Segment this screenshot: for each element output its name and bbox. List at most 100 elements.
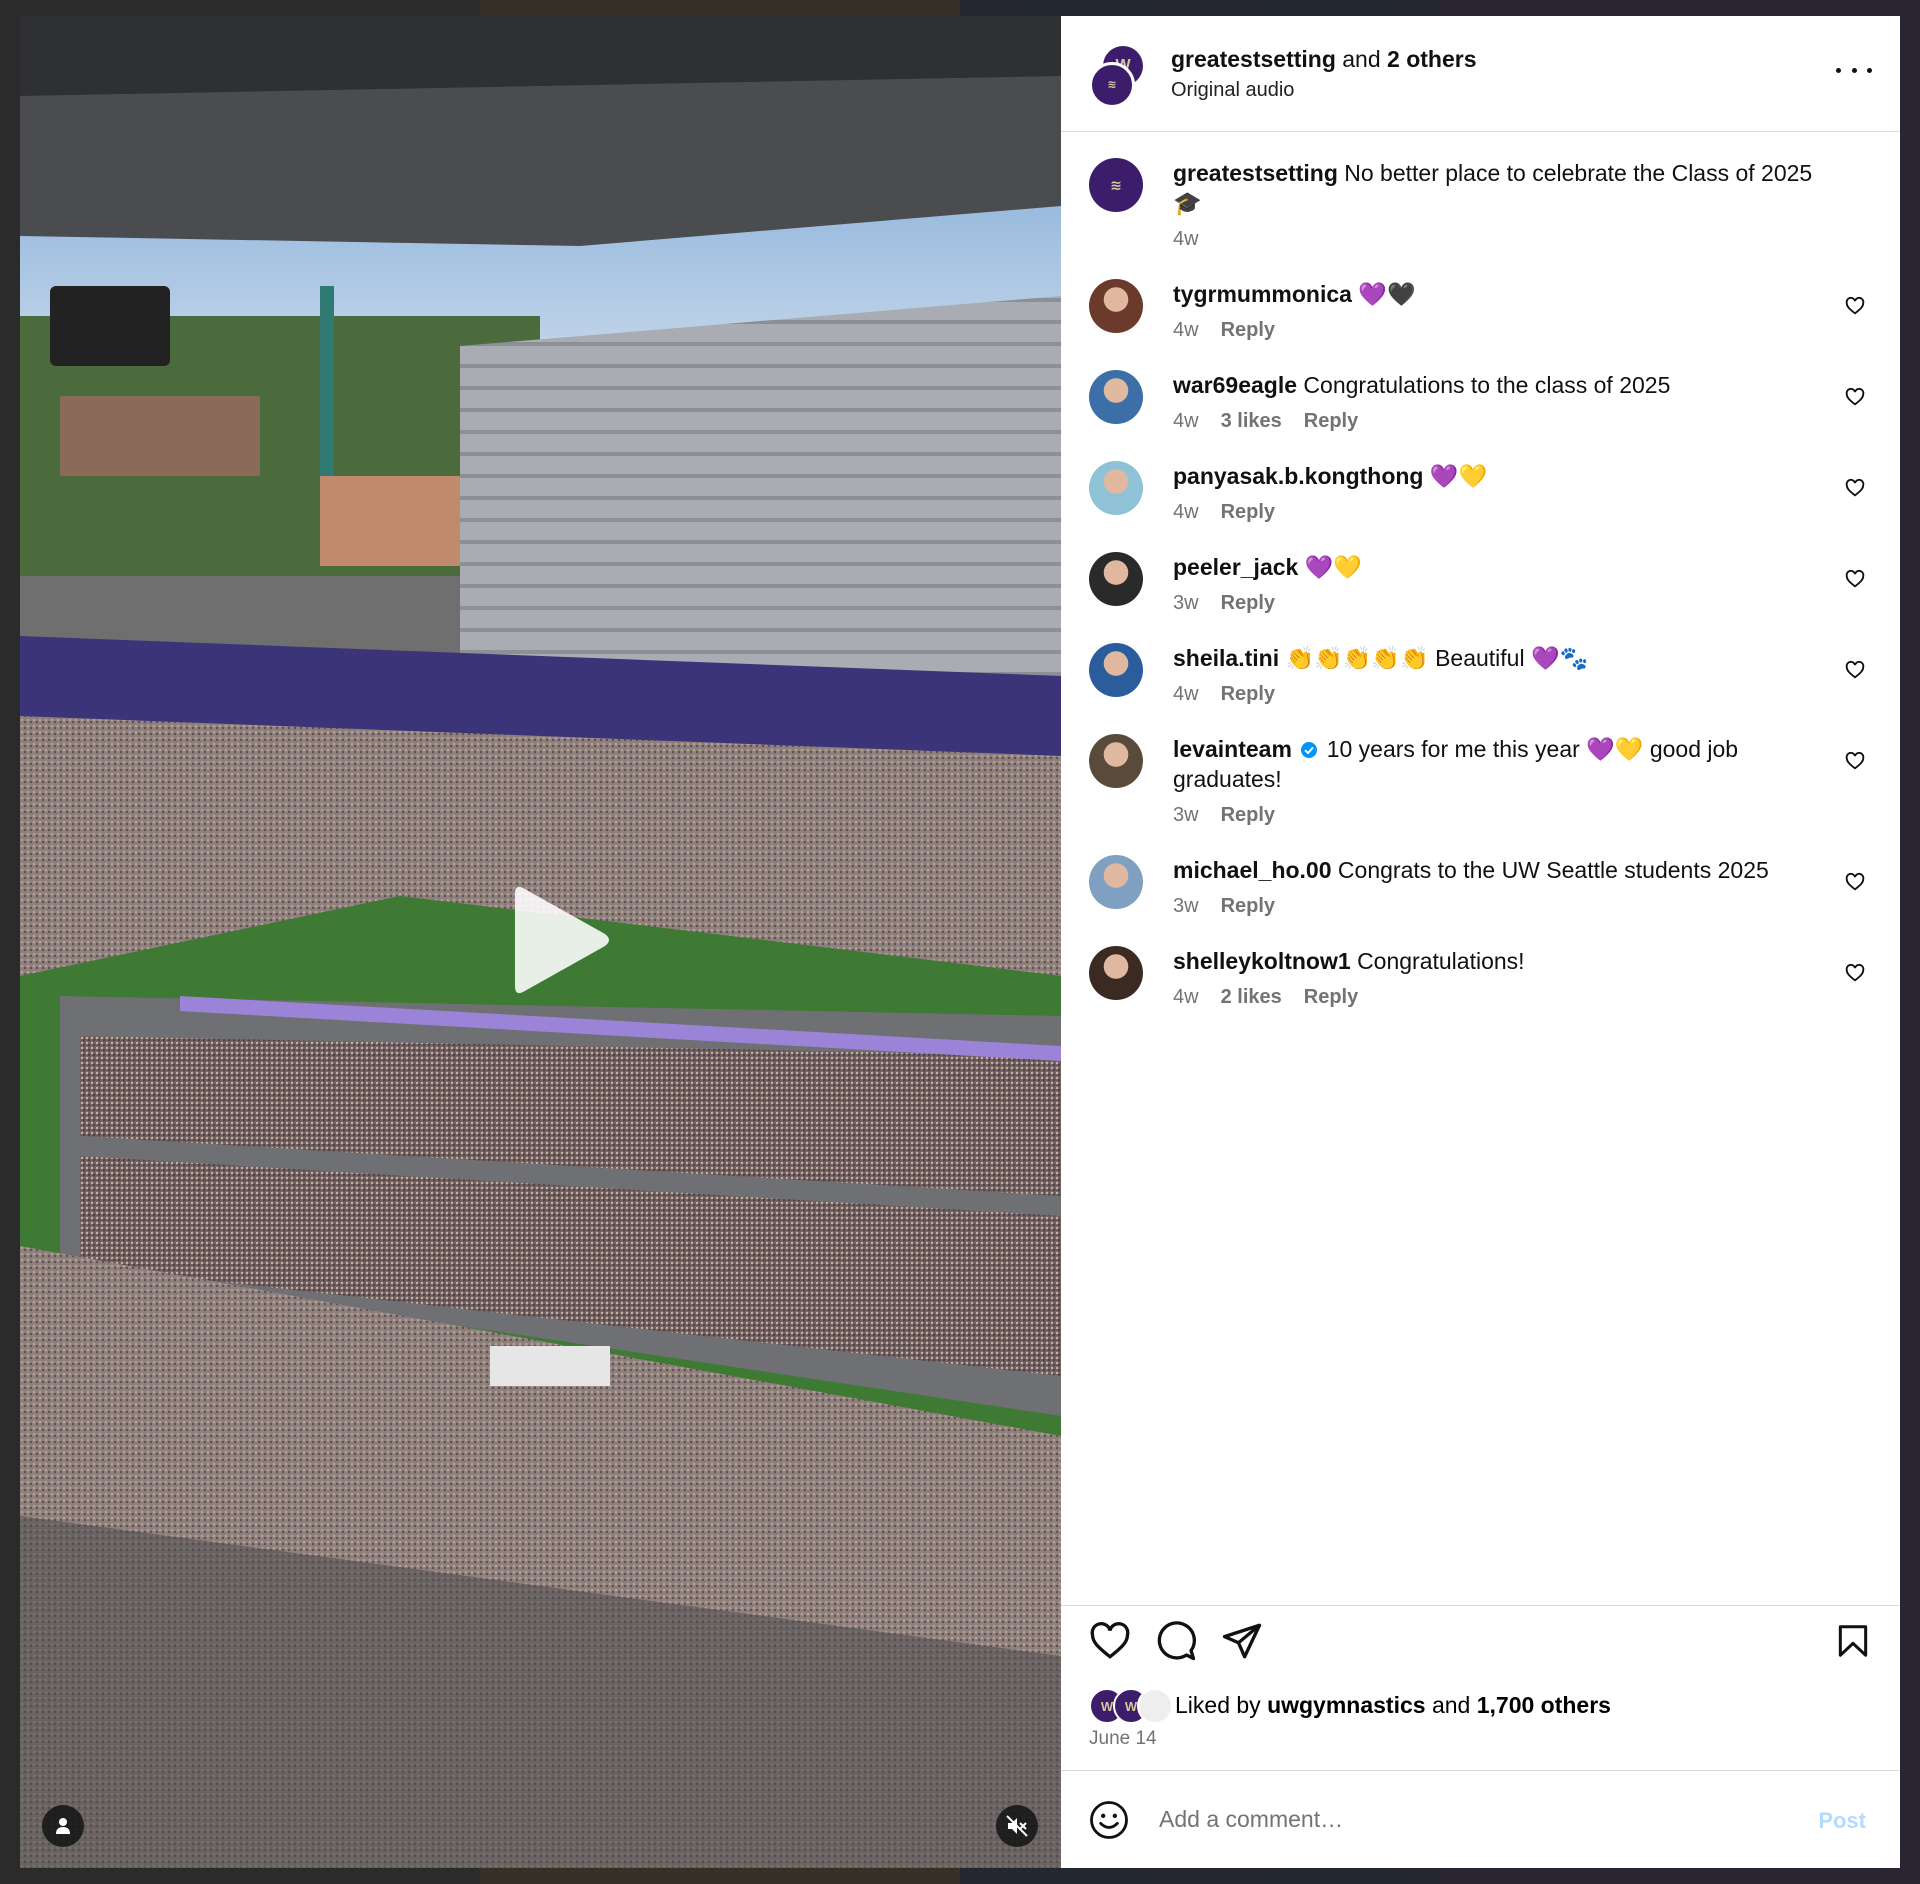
comment-time[interactable]: 3w bbox=[1173, 804, 1199, 827]
comment-message: Congratulations to the class of 2025 bbox=[1303, 372, 1671, 398]
caption-body: greatestsetting No better place to celeb… bbox=[1173, 158, 1833, 251]
comment-text: sheila.tini 👏👏👏👏👏 Beautiful 💜🐾 bbox=[1173, 643, 1833, 673]
audio-link[interactable]: Original audio bbox=[1171, 79, 1477, 102]
comment-like-button[interactable] bbox=[1844, 386, 1866, 408]
heart-icon bbox=[1845, 387, 1865, 406]
comment-item: peeler_jack 💜💛 3w Reply bbox=[1089, 552, 1872, 615]
commenter-avatar[interactable] bbox=[1089, 279, 1143, 333]
commenter-avatar[interactable] bbox=[1089, 946, 1143, 1000]
commenter-username[interactable]: peeler_jack bbox=[1173, 554, 1298, 580]
save-button[interactable] bbox=[1834, 1620, 1872, 1662]
comment-time[interactable]: 4w bbox=[1173, 986, 1199, 1009]
post-date[interactable]: June 14 bbox=[1061, 1722, 1900, 1770]
comment-item: war69eagle Congratulations to the class … bbox=[1089, 370, 1872, 433]
comment-likes-count[interactable]: 3 likes bbox=[1221, 410, 1282, 433]
comment-meta: 4w 3 likes Reply bbox=[1173, 410, 1833, 433]
reply-button[interactable]: Reply bbox=[1304, 986, 1358, 1009]
comment-body: peeler_jack 💜💛 3w Reply bbox=[1173, 552, 1833, 615]
person-icon bbox=[56, 1818, 70, 1834]
collab-avatars[interactable]: W ≋ bbox=[1089, 45, 1145, 108]
reply-button[interactable]: Reply bbox=[1221, 501, 1275, 524]
heart-icon bbox=[1845, 478, 1865, 497]
commenter-username[interactable]: panyasak.b.kongthong bbox=[1173, 463, 1423, 489]
likes-count-link[interactable]: 1,700 others bbox=[1477, 1692, 1611, 1718]
like-button[interactable] bbox=[1089, 1620, 1131, 1662]
comment-time[interactable]: 3w bbox=[1173, 592, 1199, 615]
share-button[interactable] bbox=[1221, 1620, 1263, 1662]
commenter-username[interactable]: war69eagle bbox=[1173, 372, 1297, 398]
comment-like-button[interactable] bbox=[1844, 962, 1866, 984]
commenter-avatar[interactable] bbox=[1089, 461, 1143, 515]
caption-text: greatestsetting No better place to celeb… bbox=[1173, 158, 1833, 218]
commenter-avatar[interactable] bbox=[1089, 734, 1143, 788]
comment-input[interactable] bbox=[1157, 1805, 1781, 1834]
comment-text: war69eagle Congratulations to the class … bbox=[1173, 370, 1833, 400]
comment-item: shelleykoltnow1 Congratulations! 4w 2 li… bbox=[1089, 946, 1872, 1009]
liker-username-link[interactable]: uwgymnastics bbox=[1267, 1692, 1426, 1718]
comment-likes-count[interactable]: 2 likes bbox=[1221, 986, 1282, 1009]
tagged-users-button[interactable] bbox=[42, 1805, 84, 1847]
play-icon bbox=[515, 886, 609, 994]
reply-button[interactable]: Reply bbox=[1221, 683, 1275, 706]
comment-like-button[interactable] bbox=[1844, 871, 1866, 893]
comment-body: sheila.tini 👏👏👏👏👏 Beautiful 💜🐾 4w Reply bbox=[1173, 643, 1833, 706]
collaborators-link[interactable]: 2 others bbox=[1387, 46, 1476, 72]
commenter-avatar[interactable] bbox=[1089, 370, 1143, 424]
reply-button[interactable]: Reply bbox=[1304, 410, 1358, 433]
reply-button[interactable]: Reply bbox=[1221, 592, 1275, 615]
commenter-avatar[interactable] bbox=[1089, 643, 1143, 697]
comment-meta: 4w Reply bbox=[1173, 501, 1833, 524]
post-header: W ≋ greatestsetting and 2 others Origina… bbox=[1061, 16, 1900, 132]
caption-message: No better place to celebrate the Class o… bbox=[1344, 160, 1813, 186]
commenter-avatar[interactable] bbox=[1089, 552, 1143, 606]
mute-toggle-button[interactable] bbox=[996, 1805, 1038, 1847]
comment-message: 👏👏👏👏👏 Beautiful bbox=[1285, 645, 1525, 671]
reply-button[interactable]: Reply bbox=[1221, 895, 1275, 918]
caption-username[interactable]: greatestsetting bbox=[1173, 160, 1338, 186]
liked-by-label: Liked by bbox=[1175, 1691, 1261, 1718]
reply-button[interactable]: Reply bbox=[1221, 319, 1275, 342]
comment-meta: 3w Reply bbox=[1173, 804, 1833, 827]
comment-time[interactable]: 4w bbox=[1173, 683, 1199, 706]
play-button[interactable] bbox=[505, 878, 615, 1002]
comment-time[interactable]: 3w bbox=[1173, 895, 1199, 918]
speech-bubble-icon bbox=[1157, 1621, 1196, 1661]
comment-button[interactable] bbox=[1155, 1620, 1197, 1662]
author-avatar[interactable]: ≋ bbox=[1089, 158, 1143, 212]
comment-time[interactable]: 4w bbox=[1173, 319, 1199, 342]
emoji-button[interactable] bbox=[1089, 1800, 1129, 1840]
comment-message: Congrats to the UW Seattle students 2025 bbox=[1337, 857, 1769, 883]
comment-emoji: 💜💛 bbox=[1304, 554, 1362, 580]
comment-time[interactable]: 4w bbox=[1173, 501, 1199, 524]
caption-time[interactable]: 4w bbox=[1173, 228, 1199, 251]
comment-like-button[interactable] bbox=[1844, 659, 1866, 681]
commenter-username[interactable]: shelleykoltnow1 bbox=[1173, 948, 1351, 974]
graduation-cap-emoji: 🎓 bbox=[1173, 190, 1202, 216]
comment-time[interactable]: 4w bbox=[1173, 410, 1199, 433]
header-authors: greatestsetting and 2 others bbox=[1171, 46, 1477, 73]
comment-text: panyasak.b.kongthong 💜💛 bbox=[1173, 461, 1833, 491]
comment-like-button[interactable] bbox=[1844, 750, 1866, 772]
commenter-avatar[interactable] bbox=[1089, 855, 1143, 909]
reply-button[interactable]: Reply bbox=[1221, 804, 1275, 827]
comments-list[interactable]: ≋ greatestsetting No better place to cel… bbox=[1061, 132, 1900, 1605]
comment-like-button[interactable] bbox=[1844, 568, 1866, 590]
comment-like-button[interactable] bbox=[1844, 477, 1866, 499]
post-comment-button[interactable]: Post bbox=[1812, 1807, 1872, 1835]
more-options-button[interactable] bbox=[1836, 60, 1872, 80]
liker-avatars[interactable]: W W bbox=[1089, 1688, 1175, 1724]
comment-item: michael_ho.00 Congrats to the UW Seattle… bbox=[1089, 855, 1872, 918]
comment-message: Congratulations! bbox=[1357, 948, 1525, 974]
video-player[interactable] bbox=[20, 16, 1061, 1868]
ellipsis-icon bbox=[1851, 67, 1857, 73]
and-text: and bbox=[1342, 45, 1381, 72]
comment-item: sheila.tini 👏👏👏👏👏 Beautiful 💜🐾 4w Reply bbox=[1089, 643, 1872, 706]
and-text: and bbox=[1431, 1691, 1471, 1718]
commenter-username[interactable]: michael_ho.00 bbox=[1173, 857, 1332, 883]
commenter-username[interactable]: tygrmummonica bbox=[1173, 281, 1352, 307]
commenter-username[interactable]: sheila.tini bbox=[1173, 645, 1279, 671]
commenter-username[interactable]: levainteam bbox=[1173, 736, 1292, 762]
author-username-link[interactable]: greatestsetting bbox=[1171, 46, 1336, 72]
comment-like-button[interactable] bbox=[1844, 295, 1866, 317]
post-modal: W ≋ greatestsetting and 2 others Origina… bbox=[20, 16, 1900, 1868]
